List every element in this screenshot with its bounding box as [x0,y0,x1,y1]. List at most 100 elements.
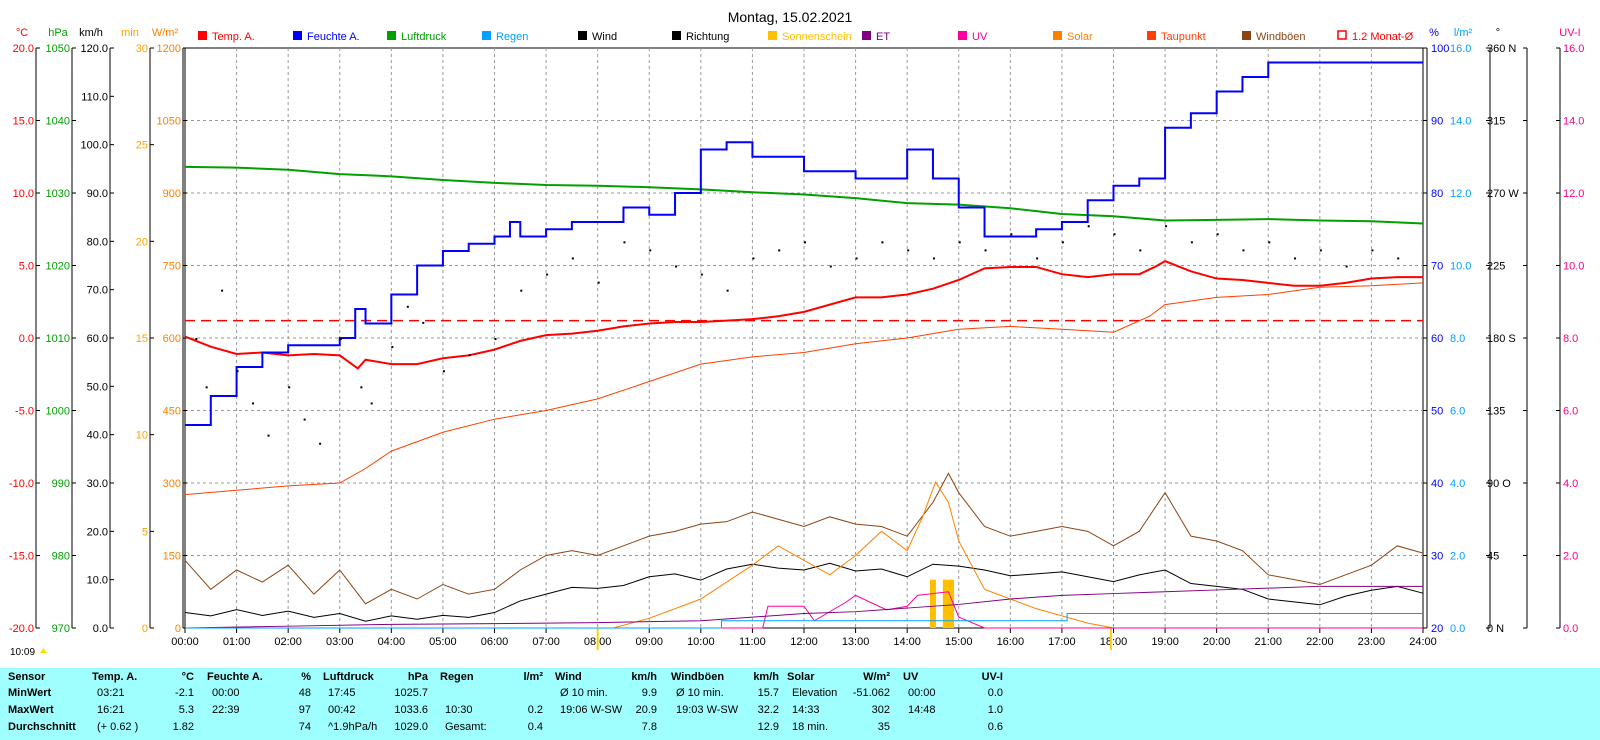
point-richtung [623,241,626,244]
point-richtung [221,289,224,292]
point-richtung [1397,257,1400,260]
x-tick-label: 12:00 [790,636,818,648]
x-tick-label: 24:00 [1409,636,1437,648]
point-richtung [1165,225,1168,228]
axis-tick-label: 0.0 [1563,623,1578,635]
point-richtung [1010,233,1013,236]
axis-tick-label: 10.0 [13,188,34,200]
point-richtung [958,241,961,244]
axis-tick-label: 16.0 [1563,43,1584,55]
point-richtung [468,354,471,357]
axis-unit-uv-i: UV-I [1559,27,1580,39]
chart-grid [184,47,1424,629]
axis-tick-label: 14.0 [1450,116,1471,128]
axis-tick-label: 12.0 [1450,188,1471,200]
legend-swatch-sonnenschein [768,31,777,40]
x-tick-label: 13:00 [842,636,870,648]
point-richtung [932,257,935,260]
summary-cell-value: 5.3 [178,704,194,716]
summary-cell-value: 302 [871,704,890,716]
axis-tick-label: 135 [1487,406,1505,418]
axis-tick-label: 970 [52,623,70,635]
point-richtung [546,273,549,276]
left-axes: °C 20.0 15.0 10.0 5.0 0.0 -5.0 -10.0 -15.0 -20.0 h… [9,27,187,635]
axis-tick-label: 300 [163,478,181,490]
point-richtung [675,265,678,268]
axis-tick-label: 5 [142,526,148,538]
summary-cell-value: 0.4 [527,721,543,733]
point-richtung [1113,233,1116,236]
x-tick-label: 22:00 [1306,636,1334,648]
point-richtung [1036,257,1039,260]
point-richtung [1087,225,1090,228]
axis-tick-label: 10.0 [1563,261,1584,273]
axis-tick-label: 50.0 [87,381,108,393]
axis-unit-: ° [1496,27,1500,39]
axis-tick-label: 600 [163,333,181,345]
point-richtung [881,241,884,244]
summary-cell-value: 7.8 [641,721,657,733]
axis-tick-label: 0 [142,623,148,635]
summary-cell-value: 1.0 [987,704,1003,716]
point-richtung [1216,233,1219,236]
point-richtung [752,257,755,260]
axis-tick-label: 1050 [157,116,181,128]
axis-tick-label: 360 N [1487,43,1516,55]
summary-unit-feuchte-a: % [301,671,311,683]
x-tick-label: 18:00 [1100,636,1128,648]
summary-header-sensor: Sensor [8,671,46,683]
axis-tick-label: 30 [136,43,148,55]
axis-unit-l-m: l/m² [1454,27,1473,39]
legend-swatch-solar [1053,31,1062,40]
axis-tick-label: -15.0 [9,551,34,563]
point-richtung [195,338,198,340]
point-richtung [406,305,409,308]
axis-tick-label: 1020 [46,261,70,273]
x-tick-label: 00:00 [171,636,199,648]
axis-unit-min: min [121,27,139,39]
legend-label-regen: Regen [496,31,528,43]
axis-tick-label: 90.0 [87,188,108,200]
axis-tick-label: 20.0 [87,526,108,538]
point-richtung [571,257,574,260]
axis-tick-label: 8.0 [1563,333,1578,345]
point-richtung [252,402,255,405]
axis-tick-label: 90 [1431,116,1443,128]
point-richtung [907,249,910,252]
legend-label-luftdruck: Luftdruck [401,31,447,43]
x-tick-label: 10:00 [687,636,715,648]
point-richtung [303,418,306,421]
point-richtung [319,442,322,445]
axis-tick-label: -5.0 [15,406,34,418]
summary-cell-value: 97 [298,704,311,716]
legend-label-solar: Solar [1067,31,1093,43]
x-tick-label: 16:00 [997,636,1025,648]
axis-tick-label: -10.0 [9,478,34,490]
axis-tick-label: 60 [1431,333,1443,345]
axis-tick-label: 4.0 [1450,478,1465,490]
axis-tick-label: 30 [1431,551,1443,563]
summary-cell-value: 35 [877,721,890,733]
axis-tick-label: 6.0 [1450,406,1465,418]
axis-tick-label: 20 [1431,623,1443,635]
point-richtung [236,370,239,373]
summary-unit-wind: km/h [631,671,657,683]
axis-unit-km-h: km/h [79,27,103,39]
legend-swatch-uv [958,31,967,40]
point-richtung [778,249,781,252]
axis-tick-label: 15.0 [13,116,34,128]
axis-tick-label: 980 [52,551,70,563]
point-richtung [804,241,806,244]
axis-tick-label: 110.0 [81,91,108,103]
summary-cell-value: 48 [298,687,311,699]
axis-tick-label: 450 [163,406,181,418]
legend-label-uv: UV [972,31,988,43]
sun-marker-icon [40,648,47,653]
point-richtung [1345,265,1348,268]
summary-unit-uv: UV-I [981,671,1003,683]
axis-tick-label: 100 [1431,43,1449,55]
axis-tick-label: 6.0 [1563,406,1578,418]
summary-cell-value: 0.6 [987,721,1003,733]
legend-label-windb-en: Windböen [1256,31,1306,43]
legend-swatch-richtung [672,31,681,40]
